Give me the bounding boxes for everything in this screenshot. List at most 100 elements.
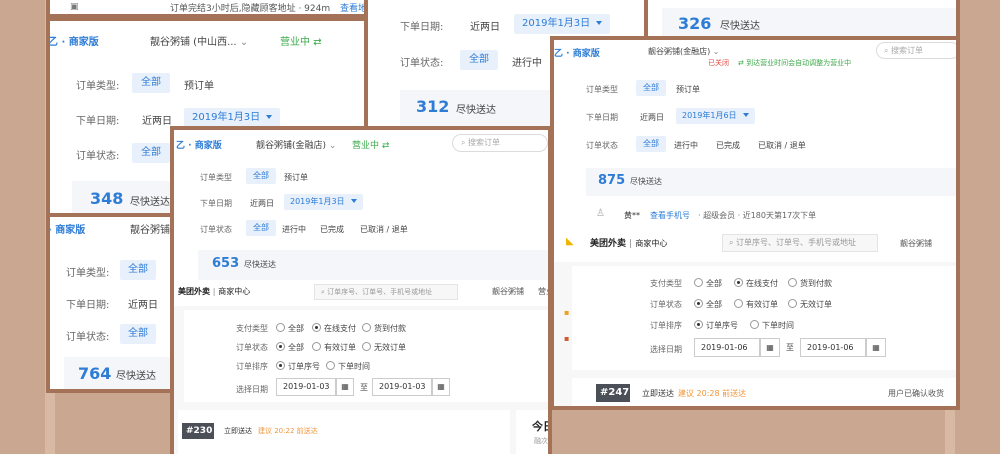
date-from-input[interactable]: 2019-01-03 [276, 378, 336, 396]
order-date-last-two-days[interactable]: 近两日 [470, 18, 500, 33]
meituan-store-name[interactable]: 靓谷粥铺 [900, 238, 932, 249]
status-filter-all[interactable]: 全部 [694, 299, 722, 310]
pay-type-all[interactable]: 全部 [276, 323, 304, 334]
asap-stat-band[interactable]: 653 尽快送达 [198, 250, 548, 280]
store-selector[interactable]: 靓谷粥铺(金融店) ⌄ [648, 46, 720, 57]
date-to-input[interactable]: 2019-01-06 [800, 338, 866, 357]
order-date-value: 2019年1月6日 [682, 111, 737, 120]
order-type-all-chip[interactable]: 全部 [132, 73, 170, 93]
radio-icon [734, 299, 743, 308]
business-status[interactable]: 营业中 ⇄ [280, 33, 322, 48]
sort-by-time[interactable]: 下单时间 [326, 361, 370, 372]
merchant-edition-label: 商家版 [55, 225, 86, 236]
order-date-picker[interactable]: 2019年1月6日 [676, 108, 755, 124]
status-filter-invalid[interactable]: 无效订单 [788, 299, 832, 310]
order-status-label: 订单状态: [66, 332, 110, 343]
status-filter-all[interactable]: 全部 [276, 342, 304, 353]
chevron-down-icon: ⌄ [239, 37, 249, 48]
order-status-cancelled[interactable]: 已取消 / 退单 [758, 140, 806, 151]
store-selector[interactable]: 靓谷粥铺 (中山西... ⌄ [150, 33, 248, 48]
order-type-all-chip[interactable]: 全部 [120, 260, 156, 280]
order-status-all-chip[interactable]: 全部 [132, 143, 170, 163]
order-status-all-chip[interactable]: 全部 [460, 50, 498, 70]
calendar-icon[interactable]: ▦ [866, 338, 886, 357]
asap-count: 348 [90, 189, 124, 208]
status-filter-invalid[interactable]: 无效订单 [362, 342, 406, 353]
order-status-label: 订单状态: [400, 58, 444, 69]
business-status[interactable]: 营业中 ⇄ [352, 138, 389, 151]
store-name[interactable]: 靓谷粥铺 [130, 221, 170, 236]
order-type-all-chip[interactable]: 全部 [636, 80, 666, 96]
calendar-icon[interactable]: ▦ [432, 378, 450, 396]
view-phone-link[interactable]: 查看手机号 [650, 210, 690, 221]
sort-by-seq[interactable]: 订单序号 [694, 320, 738, 331]
order-status-in-progress[interactable]: 进行中 [674, 140, 698, 151]
radio-checked-icon [276, 342, 285, 351]
status-filter-valid[interactable]: 有效订单 [312, 342, 356, 353]
order-number: #247 [600, 387, 630, 398]
meituan-order-search[interactable]: ⌕ 订单序号、订单号、手机号或地址 [314, 284, 458, 300]
switch-icon: ⇄ [738, 59, 744, 67]
order-type-preorder-option[interactable]: 预订单 [284, 172, 308, 183]
order-date-picker[interactable]: 2019年1月3日 [184, 108, 281, 128]
order-status-in-progress[interactable]: 进行中 [512, 54, 542, 69]
order-number: #230 [186, 426, 213, 436]
order-date-last-two-days[interactable]: 近两日 [128, 296, 158, 311]
calendar-icon[interactable]: ▦ [760, 338, 780, 357]
view-address-link[interactable]: 查看地 [340, 1, 364, 14]
order-status-all-chip[interactable]: 全部 [636, 136, 666, 152]
store-name: 靓谷粥铺(金融店) [648, 47, 711, 56]
status-filter-label: 订单状态 [236, 343, 268, 352]
asap-stat-band[interactable]: 875 尽快送达 [586, 168, 956, 196]
order-type-preorder-option[interactable]: 预订单 [184, 77, 214, 92]
status-filter-all-label: 全部 [706, 300, 722, 309]
order-type-label: 订单类型 [586, 85, 618, 94]
order-status-in-progress[interactable]: 进行中 [282, 224, 306, 235]
asap-stat-band[interactable]: 764 尽快送达 [64, 357, 182, 389]
asap-label: 尽快送达 [720, 21, 760, 32]
order-type-preorder-option[interactable]: 预订单 [676, 84, 700, 95]
order-date-last-two-days[interactable]: 近两日 [640, 112, 664, 123]
location-icon: ▣ [70, 2, 79, 12]
merchant-edition-label: 商家版 [68, 37, 99, 48]
customer-avatar-icon: ♙ [596, 208, 605, 219]
sort-by-seq[interactable]: 订单序号 [276, 361, 320, 372]
asap-count: 764 [78, 364, 112, 383]
screenshot-card-d: · 商家版 靓谷粥铺 订单类型: 全部 下单日期: 近两日 订单状态: 全部 7… [46, 213, 186, 393]
order-status-completed[interactable]: 已完成 [716, 140, 740, 151]
business-closed-status[interactable]: 已关闭 [708, 58, 729, 68]
asap-count: 312 [416, 97, 450, 116]
order-status-cancelled[interactable]: 已取消 / 退单 [360, 224, 408, 235]
pay-type-all[interactable]: 全部 [694, 278, 722, 289]
pay-type-cod[interactable]: 货到付款 [362, 323, 406, 334]
pay-type-online[interactable]: 在线支付 [312, 323, 356, 334]
order-search[interactable]: ⌕ 搜索订单 [876, 42, 956, 59]
pay-type-cod-label: 货到付款 [800, 279, 832, 288]
order-status-completed[interactable]: 已完成 [320, 224, 344, 235]
order-date-last-two-days[interactable]: 近两日 [142, 112, 172, 127]
date-from-input[interactable]: 2019-01-06 [694, 338, 760, 357]
order-status-text: 用户已确认收货 [888, 389, 944, 398]
customer-meta: · 超级会员 · 近180天第17次下单 [698, 211, 817, 220]
chevron-down-icon: ⌄ [712, 47, 720, 56]
store-selector[interactable]: 靓谷粥铺(金融店) ⌄ [256, 138, 336, 151]
search-icon: ⌕ [884, 46, 889, 55]
asap-count: 326 [678, 14, 712, 33]
order-date-picker[interactable]: 2019年1月3日 [284, 194, 363, 210]
order-status-all-chip[interactable]: 全部 [120, 324, 156, 344]
pay-type-online[interactable]: 在线支付 [734, 278, 778, 289]
order-date-picker[interactable]: 2019年1月3日 [514, 14, 611, 34]
meituan-order-search[interactable]: ⌕ 订单序号、订单号、手机号或地址 [722, 234, 878, 252]
delivery-hint: 建议 20:22 前送达 [258, 427, 318, 435]
radio-icon [312, 342, 321, 351]
order-search[interactable]: ⌕ 搜索订单 [452, 134, 548, 152]
order-status-all-chip[interactable]: 全部 [246, 220, 276, 236]
order-type-all-chip[interactable]: 全部 [246, 168, 276, 184]
meituan-store-name[interactable]: 靓谷粥铺 [492, 286, 524, 297]
order-date-last-two-days[interactable]: 近两日 [250, 198, 274, 209]
date-to-input[interactable]: 2019-01-03 [372, 378, 432, 396]
pay-type-cod[interactable]: 货到付款 [788, 278, 832, 289]
sort-by-time[interactable]: 下单时间 [750, 320, 794, 331]
status-filter-valid[interactable]: 有效订单 [734, 299, 778, 310]
calendar-icon[interactable]: ▦ [336, 378, 354, 396]
